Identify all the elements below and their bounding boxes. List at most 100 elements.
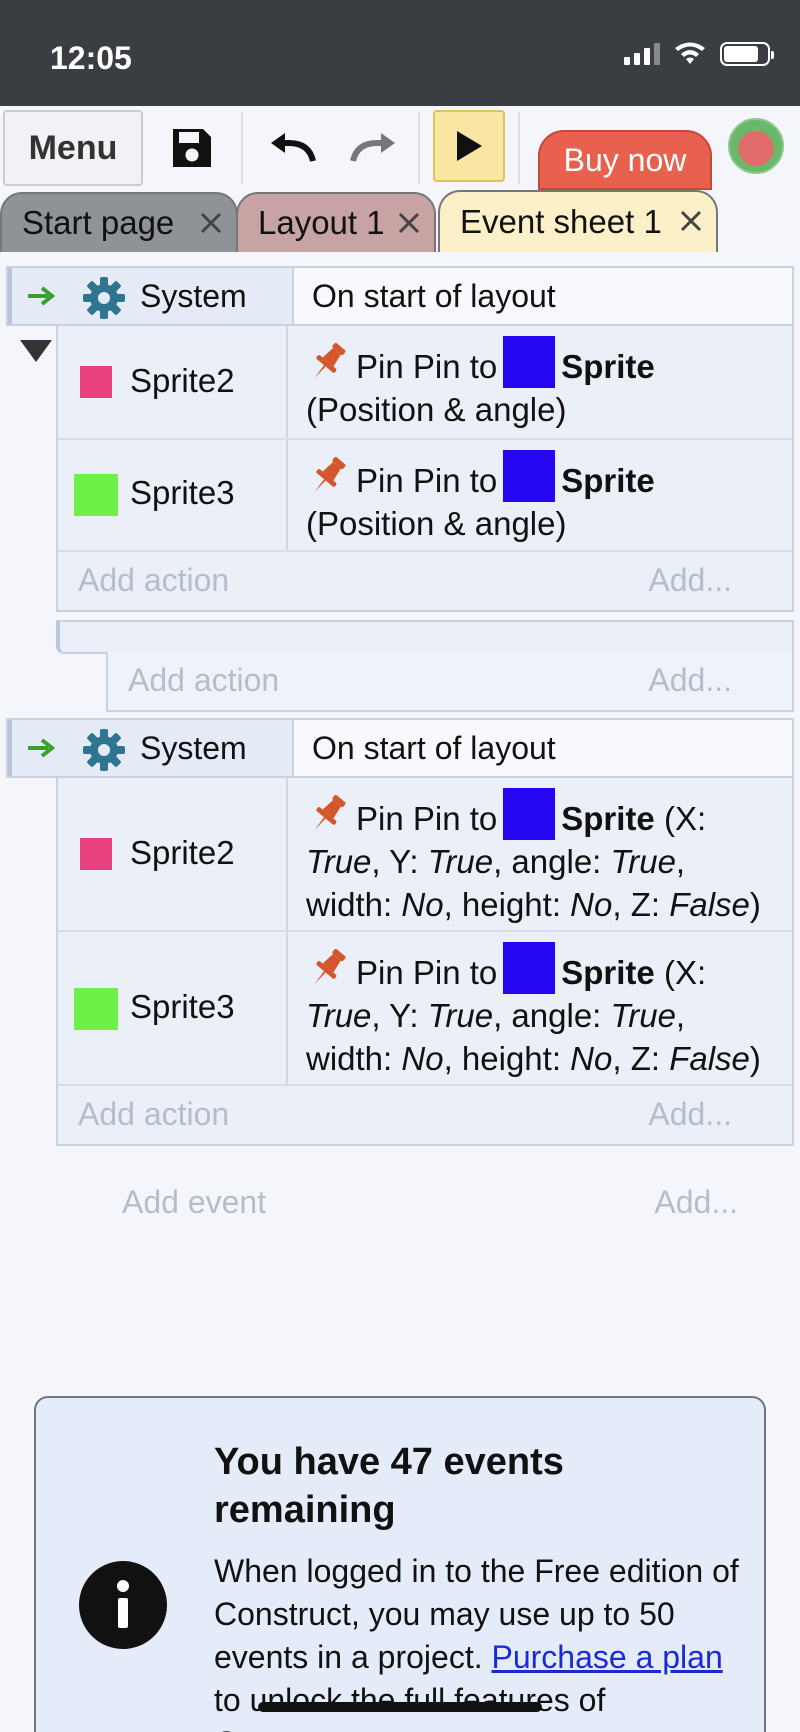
param-label: , height:	[443, 886, 561, 923]
param-label: width:	[306, 886, 393, 923]
home-indicator[interactable]	[258, 1702, 542, 1712]
condition-object-label: System	[140, 730, 247, 766]
collapse-triangle-icon[interactable]	[18, 338, 54, 364]
param-label: , Z:	[612, 1040, 661, 1077]
action-object-cell[interactable]: Sprite2	[58, 778, 288, 930]
tab-label: Start page	[22, 204, 175, 241]
add-more-link[interactable]: Add...	[648, 1096, 732, 1133]
tab-label: Event sheet 1	[460, 203, 662, 240]
param-value: True	[427, 843, 494, 880]
pin-icon	[314, 342, 346, 379]
status-time: 12:05	[50, 40, 132, 76]
action-object-cell[interactable]: Sprite3	[58, 440, 288, 550]
redo-icon	[350, 133, 395, 162]
param-value: No	[570, 1040, 613, 1077]
purchase-plan-link[interactable]: Purchase a plan	[491, 1639, 722, 1675]
sprite-icon	[503, 450, 556, 502]
add-action-row[interactable]: Add action Add...	[106, 652, 794, 712]
param-label: )	[749, 1040, 761, 1077]
redo-button[interactable]	[340, 110, 404, 186]
add-action-row[interactable]: Add action Add...	[58, 552, 792, 610]
action-detail: (Position & angle)	[306, 505, 567, 542]
close-icon[interactable]	[396, 210, 422, 236]
action-text[interactable]: Pin Pin to Sprite (Position & angle)	[306, 326, 792, 439]
event-condition-row[interactable]: System On start of layout	[6, 718, 794, 778]
sprite2-icon	[80, 366, 112, 398]
pin-icon	[314, 456, 346, 493]
play-icon	[457, 131, 482, 161]
notice-title: You have 47 events remaining	[214, 1441, 564, 1531]
action-list: Sprite2 Pin Pin to Sprite (Position & ang…	[56, 326, 794, 612]
close-icon[interactable]	[198, 210, 224, 236]
sprite-icon	[503, 336, 556, 388]
action-target: Sprite	[561, 348, 655, 385]
sprite-icon	[503, 788, 556, 840]
user-avatar[interactable]	[728, 118, 784, 174]
add-event-link[interactable]: Add event	[122, 1184, 266, 1221]
action-text[interactable]: Pin Pin to Sprite (Position & angle)	[306, 440, 792, 553]
add-action-link[interactable]: Add action	[128, 662, 279, 699]
condition-text[interactable]: On start of layout	[312, 730, 556, 767]
condition-object-cell[interactable]: System	[8, 720, 294, 776]
action-target: Sprite	[561, 462, 655, 499]
param-label: , angle:	[493, 997, 602, 1034]
save-button[interactable]	[160, 110, 224, 186]
action-object-cell[interactable]: Sprite2	[58, 326, 288, 438]
param-label: (X:	[663, 954, 707, 991]
param-label: )	[749, 886, 761, 923]
action-object-name: Sprite2	[130, 834, 235, 871]
action-object-cell[interactable]: Sprite3	[58, 932, 288, 1084]
tab-label: Layout 1	[258, 204, 385, 241]
action-object-name: Sprite3	[130, 988, 235, 1025]
add-action-row[interactable]: Add action Add...	[58, 1086, 792, 1144]
undo-button[interactable]	[262, 110, 326, 186]
cellular-signal-icon	[624, 43, 660, 65]
add-action-link[interactable]: Add action	[78, 1096, 229, 1133]
menu-button[interactable]: Menu	[3, 110, 143, 186]
add-more-link[interactable]: Add...	[648, 662, 732, 699]
tab-start-page[interactable]: Start page	[0, 192, 238, 252]
pin-icon	[314, 794, 346, 831]
action-object-name: Sprite3	[130, 474, 235, 511]
param-label: , Y:	[371, 997, 419, 1034]
add-more-link[interactable]: Add...	[648, 562, 732, 599]
param-value: True	[306, 997, 372, 1034]
add-event-row[interactable]: Add event Add...	[0, 1174, 800, 1234]
tab-layout-1[interactable]: Layout 1	[236, 192, 436, 252]
add-action-link[interactable]: Add action	[78, 562, 229, 599]
action-row[interactable]: Sprite2 Pin Pin to Sprite (Position & ang…	[58, 326, 792, 440]
action-detail: (Position & angle)	[306, 391, 567, 428]
action-object-name: Sprite2	[130, 362, 235, 399]
condition-object-cell[interactable]: System	[8, 268, 294, 324]
status-icons	[624, 42, 774, 66]
buy-now-button[interactable]: Buy now	[538, 130, 712, 190]
save-icon	[173, 129, 211, 167]
action-row[interactable]: Sprite3 Pin Pin to Sprite (X: True, Y: Tr…	[58, 932, 792, 1086]
events-remaining-notice: You have 47 events remaining When logged…	[34, 1396, 766, 1732]
condition-text[interactable]: On start of layout	[312, 278, 556, 315]
param-value: True	[427, 997, 494, 1034]
preview-button[interactable]	[433, 110, 505, 182]
param-label: width:	[306, 1040, 393, 1077]
param-value: True	[610, 997, 676, 1034]
action-prefix: Pin Pin to	[356, 954, 498, 991]
action-prefix: Pin Pin to	[356, 462, 498, 499]
gear-icon	[83, 277, 125, 319]
tab-event-sheet-1[interactable]: Event sheet 1	[438, 190, 718, 252]
action-row[interactable]: Sprite3 Pin Pin to Sprite (Position & ang…	[58, 440, 792, 552]
action-target: Sprite	[561, 800, 655, 837]
param-value: False	[669, 1040, 750, 1077]
add-more-link[interactable]: Add...	[654, 1184, 738, 1221]
action-text[interactable]: Pin Pin to Sprite (X: True, Y: True, angl…	[306, 778, 792, 934]
param-label: , height:	[443, 1040, 561, 1077]
tab-bar: Start page Layout 1 Event sheet 1	[0, 190, 800, 252]
empty-event-row[interactable]	[56, 620, 794, 654]
close-icon[interactable]	[678, 208, 704, 234]
action-row[interactable]: Sprite2 Pin Pin to Sprite (X: True, Y: Tr…	[58, 778, 792, 932]
undo-icon	[271, 133, 316, 162]
action-text[interactable]: Pin Pin to Sprite (X: True, Y: True, angl…	[306, 932, 792, 1088]
param-label: , Y:	[371, 843, 419, 880]
event-condition-row[interactable]: System On start of layout	[6, 266, 794, 326]
sprite3-icon	[74, 474, 118, 516]
action-target: Sprite	[561, 954, 655, 991]
